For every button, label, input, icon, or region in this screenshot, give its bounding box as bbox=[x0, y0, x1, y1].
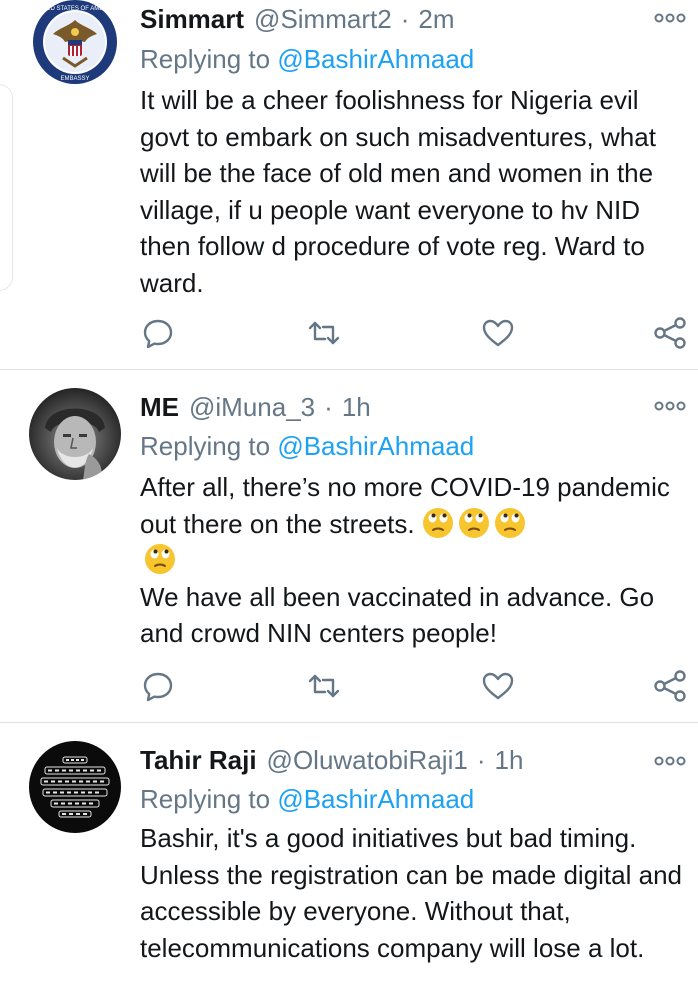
face-with-rolling-eyes-icon bbox=[494, 507, 525, 538]
more-options-icon[interactable] bbox=[654, 12, 686, 24]
tweet-text-content: It will be a cheer foolishness for Niger… bbox=[140, 85, 656, 298]
timestamp[interactable]: 2m bbox=[418, 4, 454, 35]
seal-bottom-text: EMBASSY bbox=[60, 76, 89, 82]
user-handle[interactable]: @iMuna_3 bbox=[189, 392, 315, 423]
retweet-icon[interactable] bbox=[306, 668, 342, 704]
text-logo-avatar-icon bbox=[29, 741, 121, 833]
avatar[interactable] bbox=[29, 741, 121, 833]
display-name[interactable]: Tahir Raji bbox=[140, 745, 257, 776]
replying-prefix: Replying to bbox=[140, 431, 271, 461]
tweet-header: Tahir Raji @OluwatobiRaji1 · 1h bbox=[140, 745, 523, 779]
seal-top-text: UNITED STATES OF AMERICA bbox=[32, 6, 117, 12]
us-embassy-seal-icon: UNITED STATES OF AMERICA EMBASSY bbox=[30, 0, 120, 87]
action-bar bbox=[140, 315, 692, 355]
more-options-icon[interactable] bbox=[654, 400, 686, 412]
mention-link[interactable]: @BashirAhmaad bbox=[277, 784, 474, 814]
tweet-simmart[interactable]: UNITED STATES OF AMERICA EMBASSY Simmart… bbox=[0, 0, 698, 370]
separator-dot: · bbox=[324, 392, 333, 422]
timestamp[interactable]: 1h bbox=[342, 392, 371, 423]
tweet-text: It will be a cheer foolishness for Niger… bbox=[140, 82, 692, 301]
share-icon[interactable] bbox=[652, 315, 688, 351]
replying-to: Replying to @BashirAhmaad bbox=[140, 784, 474, 815]
reply-icon[interactable] bbox=[140, 315, 176, 351]
tweet-me[interactable]: ME @iMuna_3 · 1h Replying to @BashirAhma… bbox=[0, 370, 698, 720]
tweet-text-line1: After all, there’s no more COVID-19 pand… bbox=[140, 472, 670, 539]
like-icon[interactable] bbox=[480, 315, 516, 351]
tweet-header: Simmart @Simmart2 · 2m bbox=[140, 4, 454, 38]
emoji-group bbox=[422, 507, 526, 539]
display-name[interactable]: Simmart bbox=[140, 4, 244, 35]
display-name[interactable]: ME bbox=[140, 392, 179, 423]
face-with-rolling-eyes-icon bbox=[458, 507, 489, 538]
action-bar bbox=[140, 668, 692, 708]
tweet-text: After all, there’s no more COVID-19 pand… bbox=[140, 469, 692, 652]
tweet-text-content: Bashir, it's a good initiatives but bad … bbox=[140, 823, 682, 963]
tweet-text-line2: We have all been vaccinated in advance. … bbox=[140, 581, 655, 649]
elderly-man-photo-icon bbox=[29, 388, 121, 480]
user-handle[interactable]: @OluwatobiRaji1 bbox=[267, 745, 468, 776]
mention-link[interactable]: @BashirAhmaad bbox=[277, 431, 474, 461]
replying-to: Replying to @BashirAhmaad bbox=[140, 44, 474, 75]
replying-to: Replying to @BashirAhmaad bbox=[140, 431, 474, 462]
replying-prefix: Replying to bbox=[140, 784, 271, 814]
avatar[interactable] bbox=[29, 388, 121, 480]
face-with-rolling-eyes-icon bbox=[145, 544, 175, 574]
more-options-icon[interactable] bbox=[654, 755, 686, 767]
timestamp[interactable]: 1h bbox=[494, 745, 523, 776]
like-icon[interactable] bbox=[480, 668, 516, 704]
face-with-rolling-eyes-icon bbox=[422, 507, 453, 538]
share-icon[interactable] bbox=[652, 668, 688, 704]
separator-dot: · bbox=[400, 4, 410, 34]
separator-dot: · bbox=[476, 745, 486, 775]
tweet-tahir-raji[interactable]: Tahir Raji @OluwatobiRaji1 · 1h Replying… bbox=[0, 723, 698, 1003]
retweet-icon[interactable] bbox=[306, 315, 342, 351]
avatar[interactable]: UNITED STATES OF AMERICA EMBASSY bbox=[29, 0, 121, 88]
replying-prefix: Replying to bbox=[140, 44, 271, 74]
reply-icon[interactable] bbox=[140, 668, 176, 704]
user-handle[interactable]: @Simmart2 bbox=[254, 4, 392, 35]
tweet-text: Bashir, it's a good initiatives but bad … bbox=[140, 820, 692, 966]
tweet-header: ME @iMuna_3 · 1h bbox=[140, 392, 371, 426]
mention-link[interactable]: @BashirAhmaad bbox=[277, 44, 474, 74]
